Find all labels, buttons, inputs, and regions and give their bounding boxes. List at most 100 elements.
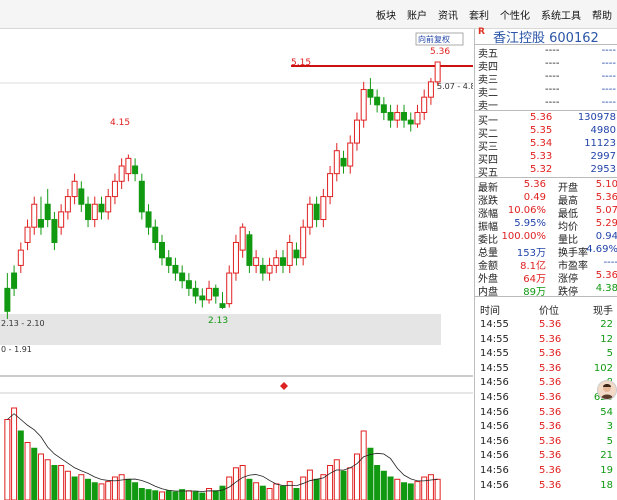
candle-body bbox=[185, 280, 192, 289]
cell: 4980 bbox=[590, 125, 616, 136]
candle-body bbox=[239, 226, 246, 251]
fuquan-text: 向前复权 bbox=[418, 34, 450, 44]
cell: 14:56 bbox=[480, 421, 509, 433]
menu-item-1[interactable]: 账户 bbox=[401, 7, 432, 22]
volume-bar bbox=[91, 482, 98, 500]
kline-chart[interactable]: 向前复权 4.15 2.13 5.15 5.36 5.07 - 4.87 2.1… bbox=[0, 29, 473, 500]
cell: 10.06% bbox=[507, 205, 546, 216]
volume-bar bbox=[158, 491, 165, 500]
volume-bar bbox=[44, 459, 51, 500]
sell-row[interactable]: 卖二 ---- ---- bbox=[475, 84, 617, 99]
high-label: 4.15 bbox=[110, 118, 130, 128]
stat-row: 涨幅 10.06% 最低 5.07 bbox=[475, 205, 617, 220]
cell: ---- bbox=[601, 84, 616, 95]
volume-bar bbox=[152, 490, 159, 500]
range-label-1: 5.07 - 4.87 bbox=[437, 82, 473, 91]
tick-row[interactable]: 14:56 5.36 19 bbox=[475, 465, 617, 478]
tick-row[interactable]: 14:56 5.36 18 bbox=[475, 480, 617, 493]
sell-row[interactable]: 卖五 ---- ---- bbox=[475, 45, 617, 60]
tick-row[interactable]: 14:55 5.36 22 bbox=[475, 319, 617, 332]
sell-row[interactable]: 卖一 ---- ---- bbox=[475, 97, 617, 112]
tick-row[interactable]: 14:56 5.36 3 bbox=[475, 421, 617, 434]
cell: 14:56 bbox=[480, 479, 509, 491]
tick-row[interactable]: 14:565.368 bbox=[475, 377, 617, 390]
candle-body bbox=[152, 226, 159, 243]
candle-body bbox=[434, 61, 441, 83]
volume-bar bbox=[360, 430, 367, 500]
volume-bar bbox=[17, 430, 24, 500]
buy-row[interactable]: 买四 5.33 2997 bbox=[475, 151, 617, 166]
candle-body bbox=[327, 173, 334, 198]
menu-item-4[interactable]: 个性化 bbox=[494, 7, 535, 22]
cell: 11123 bbox=[584, 138, 616, 149]
menu-item-2[interactable]: 资讯 bbox=[432, 7, 463, 22]
tick-row[interactable]: 14:56 5.36 21 bbox=[475, 450, 617, 463]
sell-row[interactable]: 卖三 ---- ---- bbox=[475, 71, 617, 86]
avatar[interactable] bbox=[597, 380, 617, 400]
volume-bar bbox=[185, 490, 192, 500]
volume-bar bbox=[394, 478, 401, 500]
buy-row[interactable]: 买二 5.35 4980 bbox=[475, 125, 617, 140]
cell: ---- bbox=[545, 84, 560, 95]
buy-row[interactable]: 买一 5.36 130978 bbox=[475, 112, 617, 127]
menu-item-6[interactable]: 帮助 bbox=[586, 7, 617, 22]
tick-row[interactable]: 14:56 5.36 5 bbox=[475, 436, 617, 449]
tick-row[interactable]: 14:56 5.36 54 bbox=[475, 407, 617, 420]
cell: 5.36 bbox=[539, 362, 562, 374]
candle-body bbox=[360, 89, 367, 121]
candle-body bbox=[212, 287, 219, 297]
volume-bar bbox=[58, 465, 65, 500]
candle-body bbox=[111, 180, 118, 198]
buy-row[interactable]: 买三 5.34 11123 bbox=[475, 138, 617, 153]
cell: 5.36 bbox=[539, 406, 562, 418]
volume-bar bbox=[293, 488, 300, 500]
menu-bar: 板块 账户 资讯 套利 个性化 系统工具 帮助 bbox=[0, 0, 617, 29]
stat-row: 委比 100.00% 量比 0.94 bbox=[475, 231, 617, 246]
cell: 5.36 bbox=[539, 348, 562, 360]
cell: 5.34 bbox=[530, 138, 553, 149]
volume-bar bbox=[266, 488, 273, 500]
tick-row[interactable]: 14:565.36620 bbox=[475, 392, 617, 405]
cell: 5.95% bbox=[514, 218, 546, 229]
candle-body bbox=[347, 142, 354, 167]
candle-body bbox=[286, 241, 293, 266]
low-label: 2.13 bbox=[208, 316, 228, 326]
buy-row[interactable]: 买五 5.32 2953 bbox=[475, 164, 617, 179]
cell: 5.32 bbox=[530, 164, 553, 175]
volume-bar bbox=[125, 478, 132, 500]
cell: 5 bbox=[606, 435, 613, 447]
sell-row[interactable]: 卖四 ---- ---- bbox=[475, 58, 617, 73]
cell: 4.38 bbox=[595, 283, 617, 294]
cell: ---- bbox=[601, 58, 616, 69]
tick-row[interactable]: 14:55 5.36 12 bbox=[475, 334, 617, 347]
candle-body bbox=[64, 196, 71, 213]
volume-bar bbox=[300, 476, 307, 500]
volume-bar bbox=[434, 478, 441, 500]
volume-bar bbox=[192, 491, 199, 500]
menu-item-5[interactable]: 系统工具 bbox=[535, 7, 586, 22]
candle-body bbox=[85, 203, 92, 221]
candle-body bbox=[118, 165, 125, 182]
cell: ---- bbox=[603, 257, 617, 268]
volume-bar bbox=[327, 465, 334, 500]
candle-body bbox=[98, 203, 105, 213]
volume-bar bbox=[286, 481, 293, 500]
menu-item-0[interactable]: 板块 bbox=[370, 7, 401, 22]
candle-body bbox=[132, 165, 139, 175]
tick-row[interactable]: 14:55 5.36 102 bbox=[475, 363, 617, 376]
candle-body bbox=[158, 241, 165, 259]
tick-row[interactable]: 14:55 5.36 5 bbox=[475, 348, 617, 361]
cell: ---- bbox=[601, 97, 616, 108]
cell: 3 bbox=[606, 421, 613, 433]
cell: 2997 bbox=[590, 151, 616, 162]
volume-bar bbox=[51, 465, 58, 500]
kline-svg[interactable]: 向前复权 4.15 2.13 5.15 5.36 5.07 - 4.87 2.1… bbox=[0, 29, 473, 500]
volume-bar bbox=[374, 465, 381, 500]
cell: 0.49 bbox=[523, 192, 546, 203]
sep-stats bbox=[475, 177, 617, 178]
stat-row: 外盘 64万 涨停 5.36 bbox=[475, 270, 617, 285]
menu-item-3[interactable]: 套利 bbox=[463, 7, 494, 22]
cell: 102 bbox=[593, 362, 613, 374]
cell: 14:56 bbox=[480, 377, 509, 389]
cell: 14:56 bbox=[480, 435, 509, 447]
